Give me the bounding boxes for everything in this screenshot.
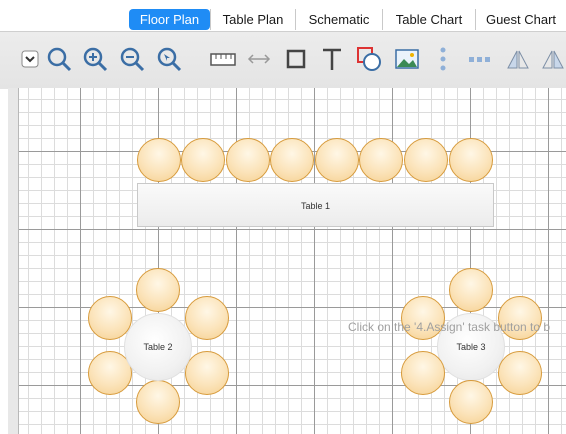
seat[interactable] (449, 268, 493, 312)
drawing-toolbar (0, 31, 566, 89)
tab-floor-plan[interactable]: Floor Plan (129, 9, 210, 30)
seat[interactable] (88, 296, 132, 340)
horizontal-dots-icon[interactable] (466, 44, 494, 74)
seat[interactable] (449, 138, 493, 182)
view-tab-bar: Floor Plan Table Plan Schematic Table Ch… (0, 0, 566, 31)
flip-icon[interactable] (540, 44, 566, 74)
rectangle-icon[interactable] (282, 44, 310, 74)
table-label: Table 1 (300, 201, 331, 211)
text-icon[interactable] (318, 44, 346, 74)
tab-schematic[interactable]: Schematic (295, 9, 382, 30)
canvas-left-frame (8, 88, 19, 434)
assign-hint-text: Click on the '4.Assign' task button to b (348, 320, 551, 334)
dropdown-icon[interactable] (20, 44, 40, 74)
seat[interactable] (449, 380, 493, 424)
zoom-icon[interactable] (44, 44, 74, 74)
shapes-icon[interactable] (354, 44, 384, 74)
zoom-in-icon[interactable] (80, 44, 110, 74)
image-icon[interactable] (392, 44, 422, 74)
seat[interactable] (226, 138, 270, 182)
table-label: Table 3 (456, 342, 486, 352)
seat[interactable] (404, 138, 448, 182)
zoom-out-icon[interactable] (117, 44, 147, 74)
vertical-dots-icon[interactable] (436, 44, 450, 74)
tab-guest-chart[interactable]: Guest Chart (475, 9, 566, 30)
seat[interactable] (498, 351, 542, 395)
zoom-fit-icon[interactable] (154, 44, 184, 74)
seat[interactable] (181, 138, 225, 182)
seat[interactable] (136, 380, 180, 424)
table-label: Table 2 (143, 342, 173, 352)
tab-table-plan[interactable]: Table Plan (210, 9, 295, 30)
seat[interactable] (401, 351, 445, 395)
seat[interactable] (185, 296, 229, 340)
tab-table-chart[interactable]: Table Chart (382, 9, 475, 30)
seat[interactable] (136, 268, 180, 312)
floor-plan-canvas[interactable]: Table 1 Table 2 Click on the '4.Assign' … (19, 88, 566, 434)
arrows-icon[interactable] (244, 44, 274, 74)
seat[interactable] (185, 351, 229, 395)
seat[interactable] (315, 138, 359, 182)
flip-icon[interactable] (504, 44, 532, 74)
ruler-icon[interactable] (208, 44, 238, 74)
seat[interactable] (270, 138, 314, 182)
seat[interactable] (359, 138, 403, 182)
seat[interactable] (137, 138, 181, 182)
